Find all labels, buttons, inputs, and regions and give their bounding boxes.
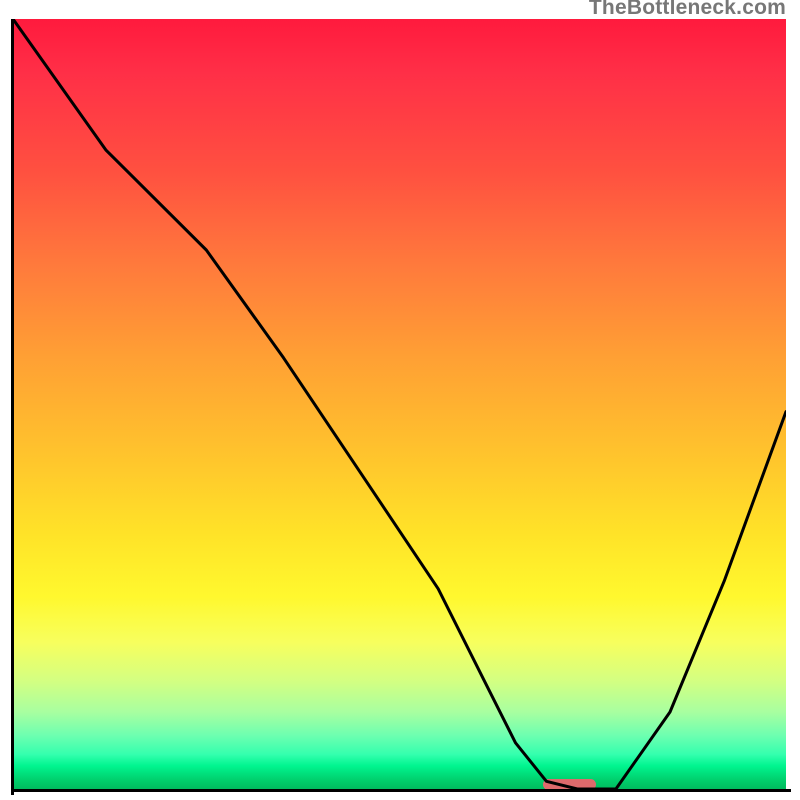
- background-gradient: [13, 19, 786, 789]
- plot-area: [13, 19, 786, 789]
- x-axis: [11, 789, 791, 792]
- watermark-text: TheBottleneck.com: [589, 0, 786, 18]
- chart-container: TheBottleneck.com: [0, 0, 800, 800]
- optimum-marker: [543, 779, 595, 789]
- y-axis: [11, 19, 14, 795]
